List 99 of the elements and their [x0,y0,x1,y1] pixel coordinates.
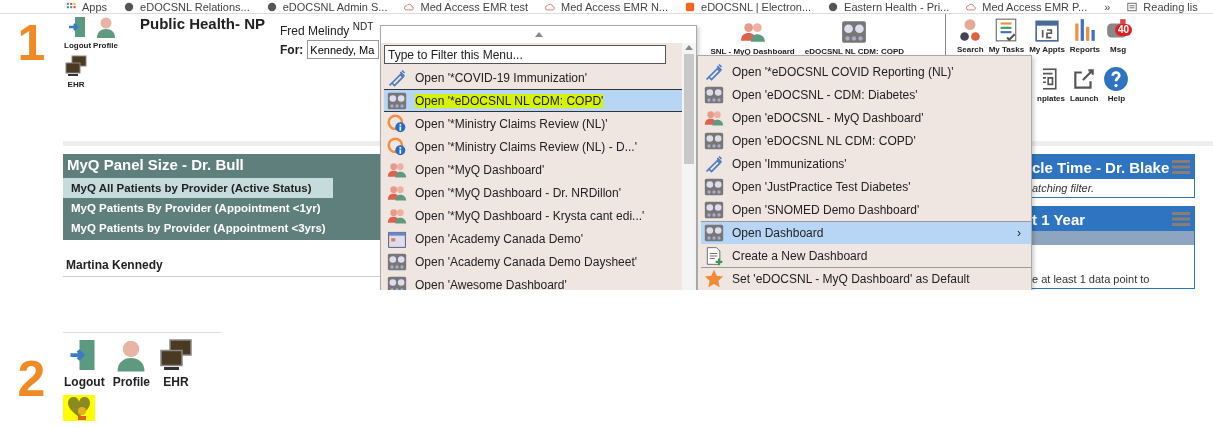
help-icon [1103,66,1130,92]
gauges-icon [704,85,724,105]
info-circle-icon [387,136,407,157]
up-caret-icon[interactable] [685,45,693,50]
menu-item[interactable]: Open '*Ministry Claims Review (NL) - D...' [384,135,682,158]
menu-item-label: Open '*eDOCSNL COVID Reporting (NL)' [732,65,954,79]
syringe-icon [704,154,724,174]
menu-item-label: Open 'eDOCSNL - MyQ Dashboard' [732,111,924,125]
menu-item-label: Open 'eDOCSNL - CDM: Diabetes' [732,88,918,102]
menu-item-label: Create a New Dashboard [732,249,868,263]
bookmark-link[interactable]: eDOCSNL | Electron... [685,0,812,13]
card-title: cle Time - Dr. Blake [1032,158,1170,176]
menu-item[interactable]: Set 'eDOCSNL - MyQ Dashboard' as Default [701,267,1031,290]
gauges-icon [387,90,407,111]
document-plus-icon [704,246,724,266]
bookmark-link[interactable]: Med Access EMR test [404,0,529,13]
up-caret-icon[interactable] [534,32,543,37]
gauges-icon [704,200,724,220]
bookmark-link[interactable]: » [1104,0,1111,13]
menu-item-label: Open 'eDOCSNL NL CDM: COPD' [732,134,916,148]
bookmark-link[interactable]: Reading lis [1127,0,1198,13]
step-number: 1 [17,18,46,68]
syringe-icon [387,67,407,88]
patient-field[interactable]: Kennedy, Ma [307,40,380,59]
ehr-button[interactable]: EHR [157,337,195,389]
logout-button[interactable]: Logout [63,15,93,50]
cloud-icon [966,1,977,12]
menu-item-label: Open 'SNOMED Demo Dashboard' [732,203,920,217]
computers-icon [158,337,194,373]
scrollbar[interactable] [682,43,696,290]
submenu-arrow: › [1017,226,1021,240]
highlighted-icon-background[interactable] [63,395,95,421]
for-label: For: [280,42,304,57]
bookmark-link[interactable]: eDOCSNL Admin S... [266,0,388,13]
ehr-button[interactable]: EHR [63,54,89,89]
user-name: Fred Melindy $^{NDT}$ [280,21,374,38]
report-item[interactable]: MyQ All Patients by Provider (Active Status) [63,178,333,198]
menu-item[interactable]: Open '*COVID-19 Immunization' [384,66,682,89]
gauges-icon [841,19,868,45]
menu-item-label: Open Dashboard [732,226,824,240]
gauges-icon [704,177,724,197]
menu-item[interactable]: Open 'Immunizations' [701,152,1031,175]
msg-button[interactable]: Msg 40 [1104,17,1133,54]
menu-item[interactable]: Open '*MyQ Dashboard' [384,158,682,181]
card-text: atching filter. [1031,181,1095,196]
logo-icon [685,1,696,12]
report-item[interactable]: MyQ Patients by Provider (Appointment <3yrs) [63,218,380,238]
star-icon [704,269,724,289]
computers-icon [64,54,88,78]
search-button[interactable]: Search [956,17,985,54]
people-icon [704,108,724,128]
menu-item[interactable]: Open 'eDOCSNL - MyQ Dashboard' [701,106,1031,129]
bookmark-link[interactable]: Eastern Health - Pri... [828,0,950,13]
menu-item[interactable]: Create a New Dashboard [701,244,1031,267]
info-circle-icon [387,113,407,134]
list-icon [1127,1,1138,12]
syringe-icon [704,62,724,82]
step-number: 2 [17,354,46,404]
menu-item[interactable]: Open Dashboard › [701,221,1031,244]
menu-item-label: Set 'eDOCSNL - MyQ Dashboard' as Default [732,272,970,286]
menu-item[interactable]: Open '*Ministry Claims Review (NL)' [384,112,682,135]
menu-item-label: Open 'JustPractice Test Diabetes' [732,180,911,194]
gauges-icon [387,274,407,290]
gauges-icon [704,131,724,151]
card-title: t 1 Year [1032,210,1086,228]
menu-item[interactable]: Open 'Academy Canada Demo' [384,227,682,250]
menu-item-label: Open 'Immunizations' [732,157,847,171]
profile-button[interactable]: Profile [111,337,151,389]
card-text: e at least 1 data point to [1031,272,1151,287]
appts-button[interactable]: My Appts [1028,17,1066,54]
logout-button[interactable]: Logout [63,337,106,389]
menu-item[interactable]: Open '*MyQ Dashboard - Krysta cant edi...' [384,204,682,227]
bookmark-link[interactable]: Med Access EMR N... [545,0,669,13]
heart-person-icon [67,396,91,420]
bookmark-link[interactable]: Med Access EMR P... [966,0,1088,13]
help-button[interactable]: Help [1102,66,1131,103]
menu-item[interactable]: Open 'eDOCSNL - CDM: Diabetes' [701,83,1031,106]
menu-item[interactable]: Open '*eDOCSNL NL CDM: COPD' [384,89,682,112]
launch-button[interactable]: Launch [1069,66,1100,103]
bookmark-link[interactable]: Apps [66,0,108,13]
panel-title: MyQ Panel Size - Dr. Bull [66,155,245,175]
menu-item[interactable]: Open 'eDOCSNL NL CDM: COPD' [701,129,1031,152]
gauges-icon [387,251,407,272]
filter-field[interactable]: Type to Filter this Menu... [384,45,666,64]
bookmark-link[interactable]: eDOCSNL Relations... [124,0,250,13]
cloud-icon [404,1,415,12]
templates-button[interactable]: nplates [1036,66,1066,103]
clinic-title: Public Health- NP [140,15,267,33]
tasks-button[interactable]: My Tasks [987,17,1026,54]
menu-item[interactable]: Open 'JustPractice Test Diabetes' [701,175,1031,198]
menu-item[interactable]: Open 'Academy Canada Demo Daysheet' [384,250,682,273]
cloud-icon [545,1,556,12]
reports-button[interactable]: Reports [1068,17,1102,54]
menu-item[interactable]: Open '*eDOCSNL COVID Reporting (NL)' [701,60,1031,83]
report-item[interactable]: MyQ Patients By Provider (Appointment <1yr) [63,198,380,218]
gauges-icon [704,223,724,243]
menu-item[interactable]: Open 'SNOMED Demo Dashboard' [701,198,1031,221]
menu-item[interactable]: Open '*MyQ Dashboard - Dr. NRDillon' [384,181,682,204]
profile-button[interactable]: Profile [92,15,119,50]
